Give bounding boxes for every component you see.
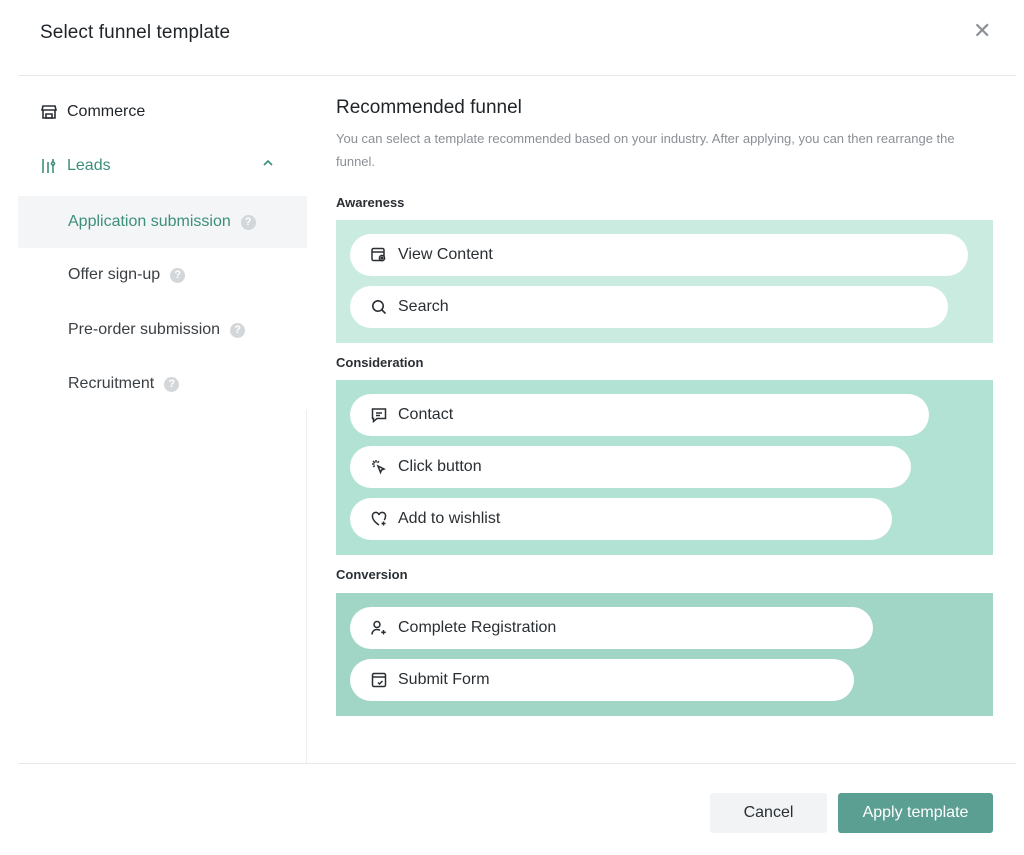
event-click-button[interactable]: Click button — [350, 446, 911, 488]
event-label: Add to wishlist — [398, 510, 501, 527]
store-icon — [40, 103, 58, 121]
event-label: Submit Form — [398, 671, 490, 688]
help-icon[interactable]: ? — [240, 214, 256, 230]
category-label: Commerce — [67, 103, 146, 120]
sidebar-item-label: Application submission — [68, 213, 231, 230]
category-commerce[interactable]: Commerce — [40, 103, 145, 121]
sidebar-item-label: Recruitment — [68, 375, 155, 392]
sidebar-item-recruitment[interactable]: Recruitment ? — [18, 358, 307, 410]
category-leads[interactable]: Leads — [40, 157, 273, 175]
template-sidebar: Commerce Leads Application submission ? … — [18, 77, 307, 763]
message-icon — [370, 406, 388, 424]
click-icon — [370, 458, 388, 476]
event-add-to-wishlist[interactable]: Add to wishlist — [350, 498, 892, 540]
event-contact[interactable]: Contact — [350, 394, 929, 436]
search-icon — [370, 298, 388, 316]
stage-consideration: Contact Click button Add to wishlist — [336, 380, 993, 555]
funnel-preview: Recommended funnel You can select a temp… — [336, 77, 996, 763]
stage-label-awareness: Awareness — [336, 195, 405, 210]
event-search[interactable]: Search — [350, 286, 948, 328]
help-icon[interactable]: ? — [230, 322, 246, 338]
help-icon[interactable]: ? — [170, 267, 186, 283]
sidebar-item-offer-sign-up[interactable]: Offer sign-up ? — [18, 249, 307, 301]
event-label: Contact — [398, 406, 454, 423]
apply-template-button[interactable]: Apply template — [838, 793, 993, 833]
sidebar-item-label: Offer sign-up — [68, 266, 161, 283]
heart-icon — [370, 510, 388, 528]
cancel-button[interactable]: Cancel — [710, 793, 827, 833]
dialog-title: Select funnel template — [40, 22, 231, 43]
stage-awareness: View Content Search — [336, 220, 993, 343]
close-icon[interactable]: ✕ — [973, 20, 991, 42]
stage-label-conversion: Conversion — [336, 567, 408, 582]
recommended-funnel-title: Recommended funnel — [336, 97, 522, 118]
chevron-up-icon[interactable] — [262, 157, 274, 172]
event-submit-form[interactable]: Submit Form — [350, 659, 854, 701]
stage-conversion: Complete Registration Submit Form — [336, 593, 993, 716]
user-add-icon — [370, 619, 388, 637]
form-icon — [370, 671, 388, 689]
event-view-content[interactable]: View Content — [350, 234, 968, 276]
recommended-funnel-description: You can select a template recommended ba… — [336, 131, 955, 169]
event-label: View Content — [398, 246, 493, 263]
sidebar-item-application-submission[interactable]: Application submission ? — [18, 196, 307, 248]
sidebar-divider — [306, 410, 307, 763]
category-label: Leads — [67, 157, 111, 174]
sidebar-item-label: Pre-order submission — [68, 321, 221, 338]
dialog-header: Select funnel template ✕ — [18, 0, 1016, 76]
event-label: Click button — [398, 458, 482, 475]
view-content-icon — [370, 246, 388, 264]
sidebar-item-pre-order-submission[interactable]: Pre-order submission ? — [18, 304, 307, 356]
event-complete-registration[interactable]: Complete Registration — [350, 607, 873, 649]
funnel-icon — [40, 157, 58, 175]
event-label: Complete Registration — [398, 619, 557, 636]
event-label: Search — [398, 298, 449, 315]
stage-label-consideration: Consideration — [336, 355, 424, 370]
help-icon[interactable]: ? — [164, 376, 180, 392]
funnel-template-dialog: Select funnel template ✕ Commerce Leads — [0, 0, 1024, 855]
footer-divider — [18, 763, 1016, 764]
